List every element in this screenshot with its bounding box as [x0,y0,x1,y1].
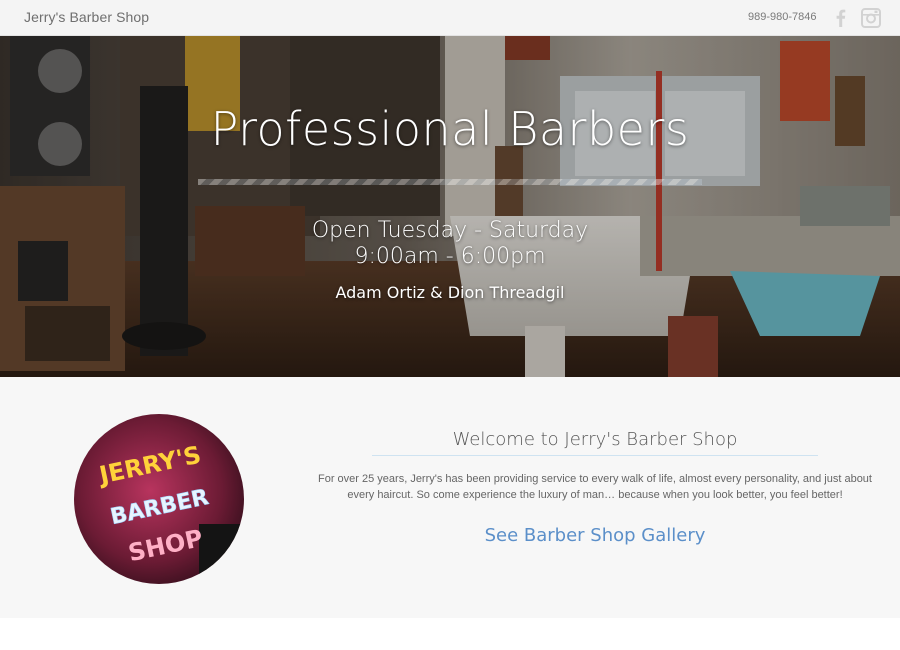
welcome-description: For over 25 years, Jerry's has been prov… [318,473,872,501]
hero-title: Professional Barbers [210,102,690,156]
welcome-title: Welcome to Jerry's Barber Shop [452,429,738,450]
top-navbar: Jerry's Barber Shop 989-980-7846 [0,0,900,36]
facebook-icon[interactable] [830,7,852,29]
gallery-link[interactable]: See Barber Shop Gallery [372,525,818,546]
hero-hours-times: 9:00am - 6:00pm [354,244,546,269]
instagram-icon[interactable] [860,7,882,29]
neon-sign-image: JERRY'S BARBER SHOP [74,414,244,584]
hero-banner: Professional Barbers Open Tuesday - Satu… [0,36,900,377]
hero-divider [198,179,702,185]
welcome-section: JERRY'S BARBER SHOP Welcome to Jerry's B… [0,377,900,618]
hero-overlay [0,36,900,377]
page-bottom-spacer [0,618,900,650]
hero-barber-names: Adam Ortiz & Dion Threadgil [335,283,565,302]
welcome-divider [372,455,818,456]
hero-hours-days: Open Tuesday - Saturday [311,218,589,243]
site-brand[interactable]: Jerry's Barber Shop [24,9,149,25]
phone-number[interactable]: 989-980-7846 [748,11,817,23]
